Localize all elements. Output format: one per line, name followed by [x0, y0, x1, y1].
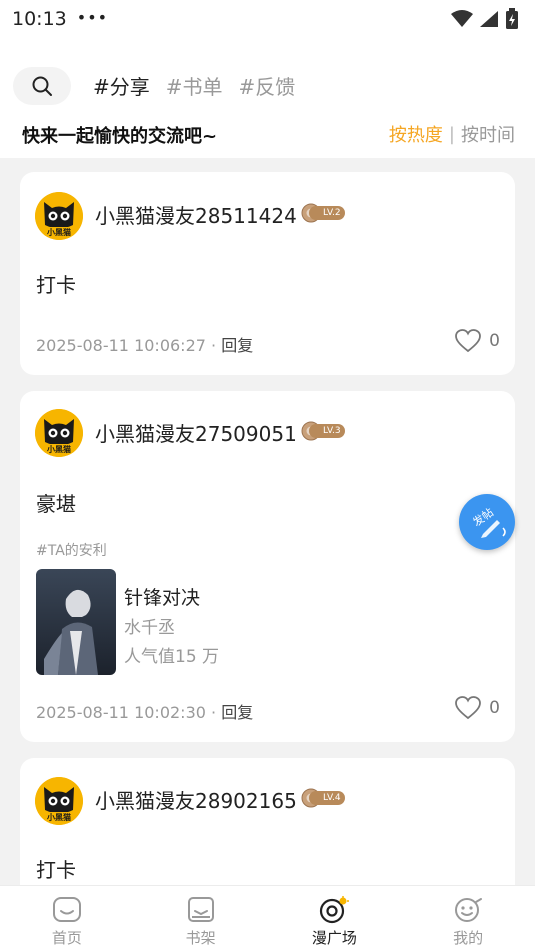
recommend-tag: #TA的安利: [36, 543, 107, 559]
new-post-button[interactable]: 发帖: [459, 494, 515, 550]
nav-bookshelf[interactable]: 书架: [134, 886, 268, 951]
like-count: 0: [489, 698, 500, 718]
search-icon: [32, 76, 52, 96]
post-text: 打卡: [36, 273, 76, 297]
heart-icon: [455, 696, 482, 720]
post-card[interactable]: 小黑猫 小黑猫漫友27509051 LV.3 豪堪 #TA的安利 针锋对决 水千…: [20, 391, 515, 742]
nav-profile-label: 我的: [453, 929, 484, 947]
sort-separator: |: [448, 123, 455, 145]
post-time: 2025-08-11 10:06:27 ·: [36, 336, 217, 355]
post-meta: 2025-08-11 10:06:27 · 回复: [36, 332, 253, 356]
avatar-caption: 小黑猫: [46, 227, 71, 237]
nav-plaza[interactable]: 漫广场: [268, 886, 402, 951]
profile-icon: [455, 898, 483, 922]
slogan: 快来一起愉快的交流吧~: [22, 126, 218, 147]
level-badge: LV.2: [301, 203, 345, 223]
post-text: 打卡: [36, 858, 76, 882]
reply-button[interactable]: 回复: [221, 336, 253, 355]
topic-tabs: #分享 #书单 #反馈: [93, 71, 295, 100]
nav-bookshelf-label: 书架: [185, 929, 216, 947]
nav-plaza-label: 漫广场: [311, 929, 357, 947]
sort-toggle: 按热度 | 按时间: [389, 121, 515, 147]
avatar-caption: 小黑猫: [46, 444, 71, 454]
bookshelf-icon: [187, 897, 214, 922]
nav-home-label: 首页: [51, 929, 82, 947]
status-bar: 10:13 •••: [0, 0, 535, 38]
tab-share[interactable]: #分享: [93, 71, 150, 100]
username[interactable]: 小黑猫漫友28511424: [95, 200, 297, 229]
avatar[interactable]: 小黑猫: [35, 192, 83, 240]
book-title[interactable]: 针锋对决: [124, 583, 200, 610]
tab-feedback[interactable]: #反馈: [239, 71, 296, 100]
black-cat-avatar-icon: 小黑猫: [35, 409, 83, 457]
plaza-icon: [320, 896, 350, 924]
post-text: 豪堪: [36, 492, 76, 516]
post-time: 2025-08-11 10:02:30 ·: [36, 703, 217, 722]
like-count: 0: [489, 331, 500, 351]
nav-profile[interactable]: 我的: [401, 886, 535, 951]
book-cover[interactable]: [36, 569, 116, 675]
post-meta: 2025-08-11 10:02:30 · 回复: [36, 699, 253, 723]
book-popularity: 人气值15 万: [124, 647, 220, 667]
search-button[interactable]: [13, 67, 71, 105]
level-label: LV.2: [309, 206, 345, 220]
level-badge: LV.3: [301, 421, 345, 441]
like-button[interactable]: 0: [455, 329, 500, 353]
cellular-icon: [480, 11, 498, 27]
status-time: 10:13: [12, 8, 67, 30]
level-badge: LV.4: [301, 788, 345, 808]
black-cat-avatar-icon: 小黑猫: [35, 777, 83, 825]
nav-home[interactable]: 首页: [0, 886, 134, 951]
tab-booklist[interactable]: #书单: [166, 71, 223, 100]
username[interactable]: 小黑猫漫友28902165: [95, 785, 297, 814]
like-button[interactable]: 0: [455, 696, 500, 720]
reply-button[interactable]: 回复: [221, 703, 253, 722]
username[interactable]: 小黑猫漫友27509051: [95, 418, 297, 447]
sort-by-hot[interactable]: 按热度: [389, 121, 443, 147]
black-cat-avatar-icon: 小黑猫: [35, 192, 83, 240]
avatar[interactable]: 小黑猫: [35, 409, 83, 457]
battery-icon: [506, 8, 518, 29]
post-card[interactable]: 小黑猫 小黑猫漫友28511424 LV.2 打卡 2025-08-11 10:…: [20, 172, 515, 375]
book-cover-art: [36, 569, 116, 675]
avatar-caption: 小黑猫: [46, 812, 71, 822]
book-author: 水千丞: [124, 618, 175, 638]
level-label: LV.3: [309, 424, 345, 438]
wifi-icon: [451, 10, 473, 27]
plaza-header: #分享 #书单 #反馈 快来一起愉快的交流吧~ 按热度 | 按时间: [0, 38, 535, 158]
level-label: LV.4: [309, 791, 345, 805]
home-icon: [52, 897, 81, 922]
status-dots: •••: [76, 7, 109, 27]
heart-icon: [455, 329, 482, 353]
sort-by-time[interactable]: 按时间: [461, 121, 515, 147]
avatar[interactable]: 小黑猫: [35, 777, 83, 825]
bottom-nav: 首页 书架 漫广场 我的: [0, 885, 535, 951]
